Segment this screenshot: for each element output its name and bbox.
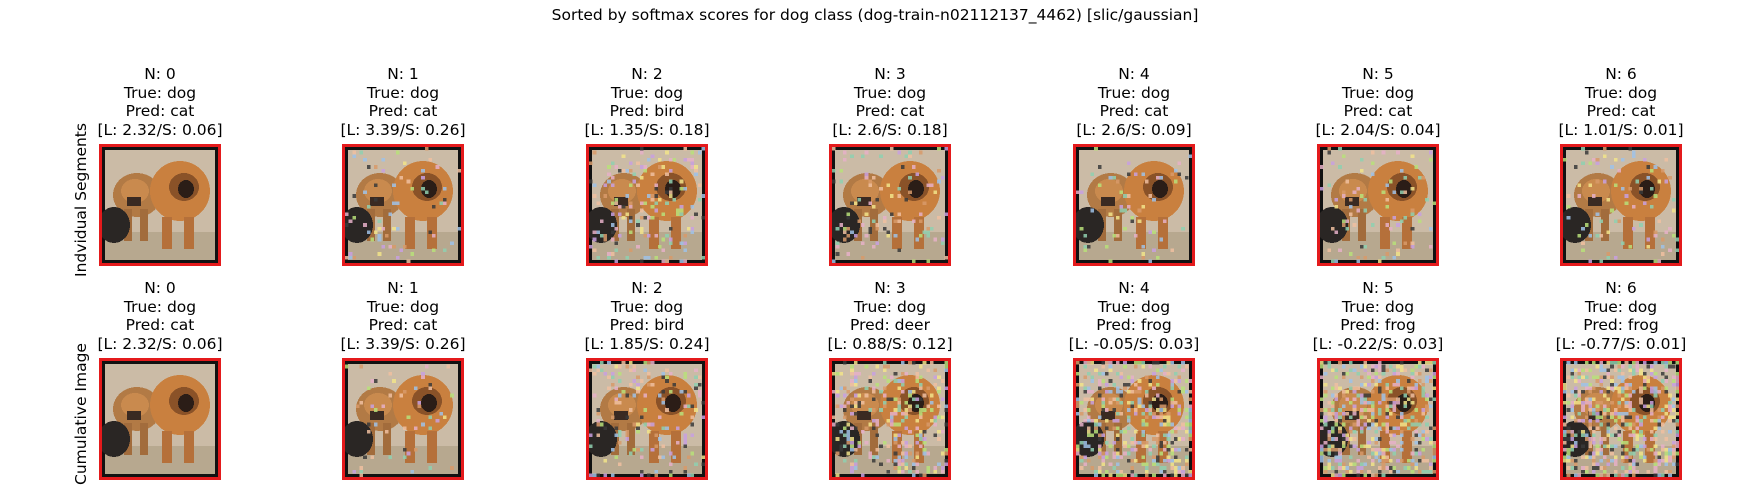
true-label: True: dog [366,297,440,316]
panel-title: N: 4 True: dog Pred: frog [L: -0.05/S: 0.03… [1034,279,1234,353]
perturbed-dog-image [829,144,951,266]
panel-index: N: 1 [387,65,419,83]
panel-title: N: 1 True: dog Pred: cat [L: 3.39/S: 0.26] [303,65,503,139]
panel-title: N: 0 True: dog Pred: cat [L: 2.32/S: 0.06] [60,65,260,139]
perturbed-dog-image [342,144,464,266]
figure-title: Sorted by softmax scores for dog class (… [551,6,1199,24]
predicted-label: Pred: bird [609,102,685,120]
logit-softmax-score: [L: -0.77/S: 0.01] [1555,334,1687,353]
predicted-label: Pred: cat [855,102,925,120]
perturbed-dog-image [1560,358,1682,480]
logit-softmax-score: [L: 1.35/S: 0.18] [584,120,710,139]
panel-title: N: 3 True: dog Pred: cat [L: 2.6/S: 0.18] [790,65,990,139]
panel: N: 1 True: dog Pred: cat [L: 3.39/S: 0.26] [303,279,503,480]
predicted-label: Pred: cat [1586,102,1656,120]
true-label: True: dog [853,83,927,102]
panel: N: 4 True: dog Pred: cat [L: 2.6/S: 0.09] [1034,65,1234,266]
logit-softmax-score: [L: 3.39/S: 0.26] [340,120,466,139]
logit-softmax-score: [L: 1.85/S: 0.24] [584,334,710,353]
predicted-label: Pred: cat [1099,102,1169,120]
panel-index: N: 1 [387,279,419,297]
panel-index: N: 2 [631,279,663,297]
logit-softmax-score: [L: 2.6/S: 0.18] [832,120,948,139]
panel: N: 4 True: dog Pred: frog [L: -0.05/S: 0.03… [1034,279,1234,480]
true-label: True: dog [610,297,684,316]
logit-softmax-score: [L: -0.05/S: 0.03] [1068,334,1200,353]
perturbed-dog-image [1317,144,1439,266]
panel: N: 0 True: dog Pred: cat [L: 2.32/S: 0.06] [60,279,260,480]
true-label: True: dog [366,83,440,102]
perturbed-dog-image [99,358,221,480]
logit-softmax-score: [L: 2.32/S: 0.06] [97,120,223,139]
true-label: True: dog [1097,83,1171,102]
predicted-label: Pred: deer [850,316,930,334]
panel: N: 6 True: dog Pred: cat [L: 1.01/S: 0.01] [1521,65,1721,266]
perturbed-dog-image [829,358,951,480]
panel: N: 5 True: dog Pred: cat [L: 2.04/S: 0.04] [1278,65,1478,266]
panel: N: 2 True: dog Pred: bird [L: 1.35/S: 0.18] [547,65,747,266]
predicted-label: Pred: cat [1343,102,1413,120]
logit-softmax-score: [L: -0.22/S: 0.03] [1312,334,1444,353]
panel-index: N: 4 [1118,279,1150,297]
logit-softmax-score: [L: 2.32/S: 0.06] [97,334,223,353]
true-label: True: dog [1584,83,1658,102]
predicted-label: Pred: frog [1340,316,1416,334]
perturbed-dog-image [1073,144,1195,266]
panel-title: N: 0 True: dog Pred: cat [L: 2.32/S: 0.06] [60,279,260,353]
perturbed-dog-image [99,144,221,266]
true-label: True: dog [123,83,197,102]
logit-softmax-score: [L: 1.01/S: 0.01] [1558,120,1684,139]
panel: N: 2 True: dog Pred: bird [L: 1.85/S: 0.24] [547,279,747,480]
panel-title: N: 5 True: dog Pred: frog [L: -0.22/S: 0.03… [1278,279,1478,353]
panel-title: N: 6 True: dog Pred: frog [L: -0.77/S: 0.01… [1521,279,1721,353]
panel-title: N: 5 True: dog Pred: cat [L: 2.04/S: 0.04] [1278,65,1478,139]
predicted-label: Pred: cat [125,316,195,334]
panel-index: N: 5 [1362,65,1394,83]
panel: N: 3 True: dog Pred: deer [L: 0.88/S: 0.12] [790,279,990,480]
predicted-label: Pred: frog [1583,316,1659,334]
true-label: True: dog [1341,297,1415,316]
panel: N: 6 True: dog Pred: frog [L: -0.77/S: 0.01… [1521,279,1721,480]
true-label: True: dog [123,297,197,316]
logit-softmax-score: [L: 2.6/S: 0.09] [1076,120,1192,139]
panel-index: N: 3 [874,65,906,83]
true-label: True: dog [1097,297,1171,316]
logit-softmax-score: [L: 2.04/S: 0.04] [1315,120,1441,139]
predicted-label: Pred: bird [609,316,685,334]
panel-index: N: 5 [1362,279,1394,297]
predicted-label: Pred: cat [125,102,195,120]
panel-title: N: 2 True: dog Pred: bird [L: 1.85/S: 0.24] [547,279,747,353]
panel-index: N: 4 [1118,65,1150,83]
panel: N: 0 True: dog Pred: cat [L: 2.32/S: 0.06] [60,65,260,266]
predicted-label: Pred: cat [368,316,438,334]
panel-title: N: 2 True: dog Pred: bird [L: 1.35/S: 0.18] [547,65,747,139]
panel-index: N: 3 [874,279,906,297]
panel-title: N: 1 True: dog Pred: cat [L: 3.39/S: 0.26] [303,279,503,353]
perturbed-dog-image [1073,358,1195,480]
perturbed-dog-image [586,358,708,480]
perturbed-dog-image [342,358,464,480]
logit-softmax-score: [L: 0.88/S: 0.12] [827,334,953,353]
panel-index: N: 0 [144,65,176,83]
panel-index: N: 6 [1605,65,1637,83]
panel-title: N: 3 True: dog Pred: deer [L: 0.88/S: 0.12] [790,279,990,353]
panel-index: N: 2 [631,65,663,83]
panel: N: 5 True: dog Pred: frog [L: -0.22/S: 0.03… [1278,279,1478,480]
logit-softmax-score: [L: 3.39/S: 0.26] [340,334,466,353]
panel-index: N: 0 [144,279,176,297]
predicted-label: Pred: cat [368,102,438,120]
panel-index: N: 6 [1605,279,1637,297]
predicted-label: Pred: frog [1096,316,1172,334]
panel-title: N: 4 True: dog Pred: cat [L: 2.6/S: 0.09] [1034,65,1234,139]
perturbed-dog-image [1317,358,1439,480]
true-label: True: dog [853,297,927,316]
perturbed-dog-image [1560,144,1682,266]
panel-title: N: 6 True: dog Pred: cat [L: 1.01/S: 0.01] [1521,65,1721,139]
true-label: True: dog [1341,83,1415,102]
panel: N: 1 True: dog Pred: cat [L: 3.39/S: 0.26] [303,65,503,266]
true-label: True: dog [610,83,684,102]
panel: N: 3 True: dog Pred: cat [L: 2.6/S: 0.18] [790,65,990,266]
true-label: True: dog [1584,297,1658,316]
perturbed-dog-image [586,144,708,266]
